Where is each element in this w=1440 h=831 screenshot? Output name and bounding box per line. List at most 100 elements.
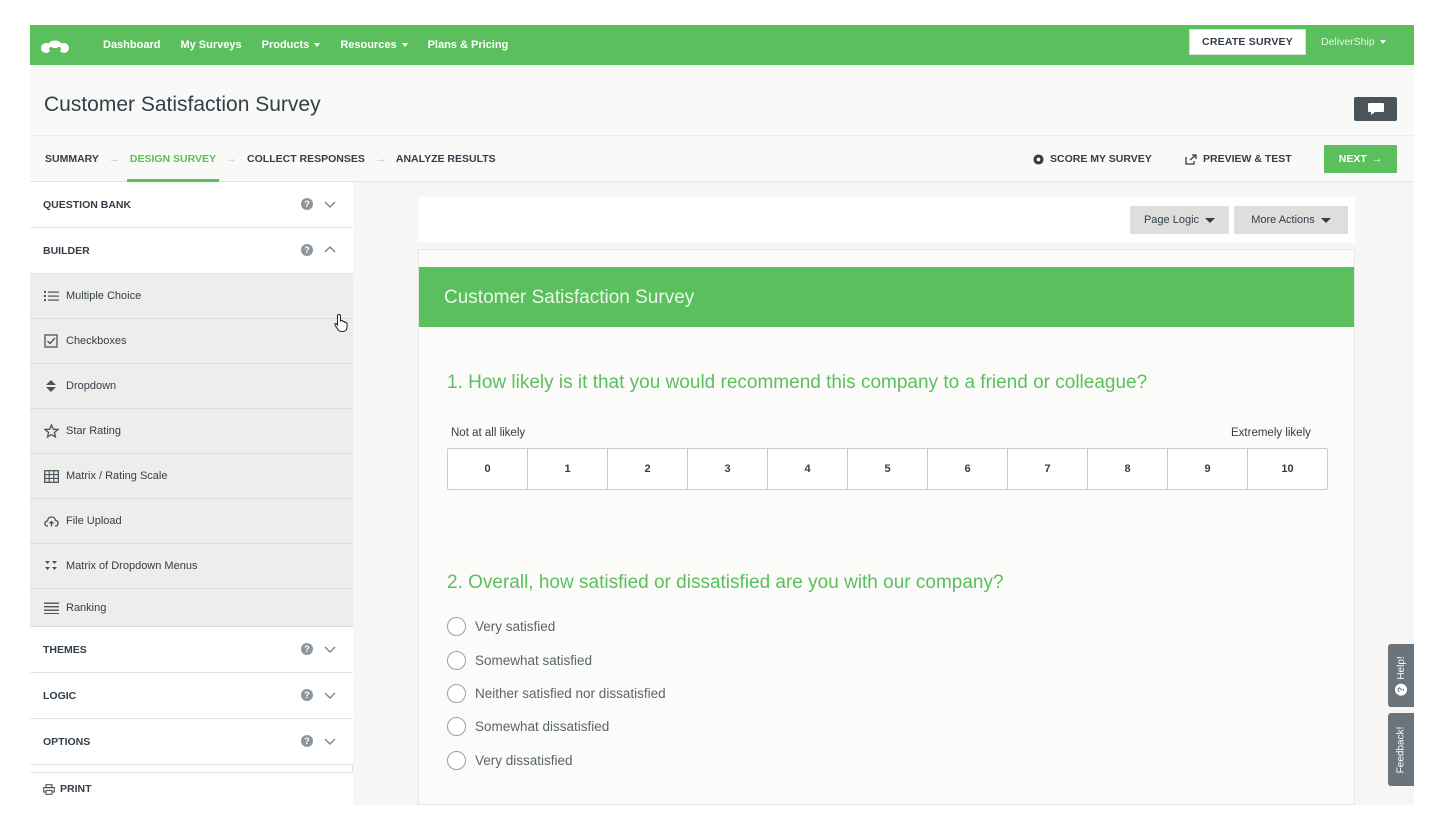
page-logic-button[interactable]: Page Logic [1130,206,1229,234]
next-button[interactable]: NEXT → [1324,145,1397,173]
survey-page: Customer Satisfaction Survey 1. How like… [418,249,1355,805]
choice-row[interactable]: Somewhat dissatisfied [447,710,666,743]
nps-option[interactable]: 2 [608,449,688,489]
account-name: DeliverShip [1321,36,1375,48]
page-title[interactable]: Customer Satisfaction Survey [44,93,321,117]
app-frame: Dashboard My Surveys Products Resources … [30,25,1414,805]
nps-option[interactable]: 3 [688,449,768,489]
print-button[interactable]: PRINT [30,772,353,805]
choice-label: Very dissatisfied [475,752,573,768]
builder-item-ranking[interactable]: Ranking [30,589,353,627]
preview-test-button[interactable]: PREVIEW & TEST [1185,136,1292,182]
page-logic-label: Page Logic [1143,214,1200,226]
question-2-title[interactable]: 2. Overall, how satisfied or dissatisfie… [447,572,1004,594]
help-icon[interactable]: ? [301,198,313,210]
survey-header-title: Customer Satisfaction Survey [444,287,695,308]
step-design-survey[interactable]: DESIGN SURVEY [126,136,220,182]
builder-item-label: Matrix of Dropdown Menus [66,560,198,572]
choice-label: Somewhat dissatisfied [475,719,610,735]
create-survey-button[interactable]: CREATE SURVEY [1189,29,1306,55]
question-1-title[interactable]: 1. How likely is it that you would recom… [447,372,1147,394]
more-actions-button[interactable]: More Actions [1234,206,1348,234]
builder-item-label: Star Rating [66,425,122,437]
nav-plans-pricing[interactable]: Plans & Pricing [428,39,509,51]
section-builder[interactable]: BUILDER ? [30,228,353,274]
nav-resources[interactable]: Resources [340,39,408,51]
nav-resources-label: Resources [340,39,397,51]
step-analyze-results[interactable]: ANALYZE RESULTS [396,136,496,182]
nps-option[interactable]: 1 [528,449,608,489]
nps-option[interactable]: 4 [768,449,848,489]
builder-item-file-upload[interactable]: File Upload [30,499,353,544]
nps-option[interactable]: 0 [448,449,528,489]
help-icon[interactable]: ? [301,735,313,747]
matrix-dropdown-icon [43,558,59,574]
builder-item-label: Multiple Choice [66,290,142,302]
question-2-choices: Very satisfied Somewhat satisfied Neithe… [447,610,666,777]
nps-option[interactable]: 7 [1008,449,1088,489]
section-themes[interactable]: THEMES ? [30,627,353,673]
chevron-down-icon [324,692,336,699]
step-summary[interactable]: SUMMARY [45,136,99,182]
star-icon [43,423,59,439]
nav-dashboard[interactable]: Dashboard [103,39,160,51]
nps-option[interactable]: 5 [848,449,928,489]
builder-item-label: Matrix / Rating Scale [66,470,168,482]
nps-option[interactable]: 8 [1088,449,1168,489]
nps-option[interactable]: 6 [928,449,1008,489]
step-nav: SUMMARY → DESIGN SURVEY → COLLECT RESPON… [30,135,1414,182]
radio-button[interactable] [447,750,466,770]
choice-label: Very satisfied [475,619,556,635]
builder-item-matrix-dropdown-menus[interactable]: Matrix of Dropdown Menus [30,544,353,589]
section-options-label: OPTIONS [43,735,91,748]
nps-option[interactable]: 9 [1168,449,1248,489]
builder-item-star-rating[interactable]: Star Rating [30,409,353,454]
choice-label: Somewhat satisfied [475,652,593,668]
radio-button[interactable] [447,683,466,703]
external-preview-icon [1185,153,1197,165]
nps-option[interactable]: 10 [1248,449,1327,489]
score-my-survey-label: SCORE MY SURVEY [1050,153,1152,165]
radio-button[interactable] [447,650,466,670]
step-list: SUMMARY → DESIGN SURVEY → COLLECT RESPON… [45,136,496,182]
section-question-bank[interactable]: QUESTION BANK ? [30,182,353,228]
help-icon[interactable]: ? [301,643,313,655]
choice-row[interactable]: Very satisfied [447,610,666,643]
radio-button[interactable] [447,717,466,737]
help-icon[interactable]: ? [301,689,313,701]
score-my-survey-button[interactable]: SCORE MY SURVEY [1033,136,1152,182]
radio-button[interactable] [447,617,466,637]
builder-item-multiple-choice[interactable]: Multiple Choice [30,274,353,319]
choice-row[interactable]: Neither satisfied nor dissatisfied [447,677,666,710]
ranking-icon [43,600,59,616]
cloud-upload-icon [43,513,59,529]
step-collect-responses[interactable]: COLLECT RESPONSES [247,136,365,182]
help-icon[interactable]: ? [301,244,313,256]
builder-item-dropdown[interactable]: Dropdown [30,364,353,409]
comment-button[interactable] [1354,97,1397,121]
arrow-right-icon: → [374,153,386,165]
score-gauge-icon [1033,153,1044,165]
nav-my-surveys[interactable]: My Surveys [180,39,241,51]
section-builder-label: BUILDER [43,244,90,257]
survey-header[interactable]: Customer Satisfaction Survey [419,267,1354,327]
chevron-up-icon [324,246,336,253]
builder-item-label: File Upload [66,515,122,527]
choice-row[interactable]: Very dissatisfied [447,744,666,777]
help-tab[interactable]: ? Help! [1388,644,1414,707]
surveymonkey-logo-icon[interactable] [38,32,72,58]
builder-item-matrix-rating-scale[interactable]: Matrix / Rating Scale [30,454,353,499]
section-question-bank-label: QUESTION BANK [43,198,132,211]
builder-item-checkboxes[interactable]: Checkboxes [30,319,353,364]
feedback-tab[interactable]: Feedback! [1388,713,1414,786]
arrow-right-icon: → [1371,153,1383,165]
nav-products[interactable]: Products [262,39,321,51]
top-nav: Dashboard My Surveys Products Resources … [30,25,1414,65]
caret-down-icon [1320,217,1331,223]
section-logic[interactable]: LOGIC ? [30,673,353,719]
section-options[interactable]: OPTIONS ? [30,719,353,765]
choice-row[interactable]: Somewhat satisfied [447,643,666,676]
builder-item-label: Ranking [66,601,107,614]
arrow-right-icon: → [226,153,238,165]
account-menu[interactable]: DeliverShip [1321,25,1386,59]
